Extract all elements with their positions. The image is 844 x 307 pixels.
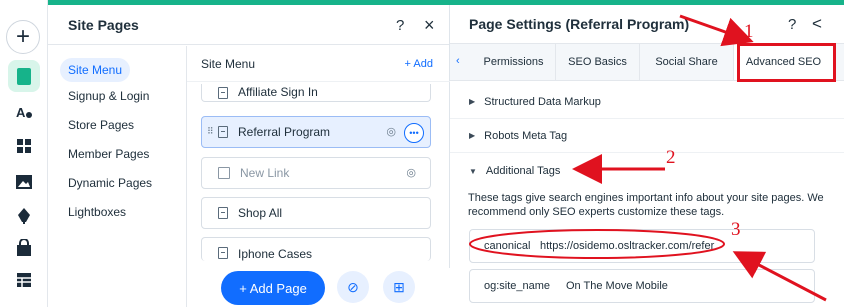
media-icon[interactable] xyxy=(8,166,40,198)
page-item-shop-all[interactable]: Shop All xyxy=(201,197,431,229)
section-label: Robots Meta Tag xyxy=(484,129,568,142)
tag-value: https://osidemo.osltracker.com/refer xyxy=(540,240,715,252)
page-item-iphone-cases[interactable]: Iphone Cases xyxy=(201,237,431,261)
drag-handle-icon[interactable]: ⠿ xyxy=(207,126,214,137)
apps-icon[interactable] xyxy=(8,130,40,162)
page-categories: Site Menu Signup & Login Store Pages Mem… xyxy=(48,46,186,307)
additional-tags-description: These tags give search engines important… xyxy=(468,192,824,218)
page-item-new-link[interactable]: New Link ◎ xyxy=(201,157,431,189)
page-icon xyxy=(218,207,228,219)
site-pages-panel: Site Pages ? × Site Menu Signup & Login … xyxy=(48,5,451,307)
add-folder-icon[interactable]: ⊞ xyxy=(383,271,415,303)
section-additional-tags[interactable]: ▼ Additional Tags xyxy=(450,154,844,188)
expand-arrow-icon: ▶ xyxy=(469,97,476,106)
site-pages-footer: + Add Page ⊘ ⊞ xyxy=(187,268,451,307)
category-lightboxes[interactable]: Lightboxes xyxy=(60,200,134,224)
tag-row-canonical[interactable]: canonical https://osidemo.osltracker.com… xyxy=(469,229,815,263)
link-icon xyxy=(218,167,230,179)
page-item-label: Shop All xyxy=(238,206,283,220)
page-item-label: New Link xyxy=(240,166,290,180)
business-icon[interactable] xyxy=(8,264,40,296)
tag-key: canonical xyxy=(484,240,531,252)
more-actions-icon[interactable]: ••• xyxy=(404,123,424,143)
site-pages-title: Site Pages xyxy=(68,16,139,33)
chevron-left-icon[interactable]: ‹ xyxy=(456,55,460,67)
category-site-menu[interactable]: Site Menu xyxy=(60,58,131,82)
help-icon[interactable]: ? xyxy=(788,16,796,33)
category-dynamic-pages[interactable]: Dynamic Pages xyxy=(60,171,160,195)
category-signup-login[interactable]: Signup & Login xyxy=(60,84,157,108)
expand-arrow-icon: ▶ xyxy=(469,131,476,140)
tab-social-share[interactable]: Social Share xyxy=(640,44,734,80)
section-structured-data[interactable]: ▶ Structured Data Markup xyxy=(450,85,844,119)
page-icon xyxy=(218,87,228,99)
site-pages-header: Site Pages ? × xyxy=(48,5,449,45)
annotation-number-2: 2 xyxy=(666,147,676,168)
store-icon[interactable] xyxy=(8,232,40,264)
collapse-icon[interactable]: < xyxy=(812,14,822,34)
page-settings-header: Page Settings (Referral Program) ? < xyxy=(450,5,844,43)
category-store-pages[interactable]: Store Pages xyxy=(60,113,142,137)
svg-text:A: A xyxy=(16,105,26,120)
site-menu-title: Site Menu xyxy=(201,56,256,71)
highlight-box-advanced-seo xyxy=(737,43,836,82)
add-menu-item-button[interactable]: + Add xyxy=(405,58,433,70)
tag-value: On The Move Mobile xyxy=(566,280,668,292)
help-icon[interactable]: ? xyxy=(396,17,404,34)
hidden-eye-icon[interactable]: ◎ xyxy=(406,166,416,179)
section-label: Additional Tags xyxy=(485,165,561,177)
blog-icon[interactable] xyxy=(8,200,40,232)
annotation-number-1: 1 xyxy=(744,21,754,42)
category-member-pages[interactable]: Member Pages xyxy=(60,142,157,166)
add-page-button[interactable]: + Add Page xyxy=(221,271,325,305)
page-item-affiliate-sign-in[interactable]: Affiliate Sign In xyxy=(201,84,431,102)
page-icon xyxy=(218,126,228,138)
design-icon[interactable]: A xyxy=(8,96,40,128)
page-item-label: Referral Program xyxy=(238,125,331,139)
section-label: Structured Data Markup xyxy=(484,95,601,108)
add-link-icon[interactable]: ⊘ xyxy=(337,271,369,303)
section-robots-meta-tag[interactable]: ▶ Robots Meta Tag xyxy=(450,119,844,153)
page-item-referral-program[interactable]: ⠿ Referral Program ◎ ••• xyxy=(201,116,431,148)
page-icon xyxy=(218,247,228,259)
collapse-arrow-icon: ▼ xyxy=(469,166,477,176)
annotation-number-3: 3 xyxy=(731,219,741,240)
site-menu-column: Site Menu + Add Affiliate Sign In ⠿ Refe… xyxy=(186,46,451,307)
add-elements-icon[interactable]: + xyxy=(6,20,40,54)
page-item-label: Iphone Cases xyxy=(238,247,313,261)
site-menu-header: Site Menu + Add xyxy=(187,46,450,82)
close-icon[interactable]: × xyxy=(424,15,435,36)
tab-permissions[interactable]: Permissions xyxy=(472,44,556,80)
tag-key: og:site_name xyxy=(484,280,551,292)
editor-side-rail: + A xyxy=(0,0,48,307)
tab-seo-basics[interactable]: SEO Basics xyxy=(556,44,640,80)
pages-icon[interactable] xyxy=(8,60,40,92)
page-settings-title: Page Settings (Referral Program) xyxy=(469,16,690,32)
tag-row-og-site-name[interactable]: og:site_name On The Move Mobile xyxy=(469,269,815,303)
page-item-label: Affiliate Sign In xyxy=(238,85,318,99)
hidden-eye-icon[interactable]: ◎ xyxy=(386,125,396,138)
